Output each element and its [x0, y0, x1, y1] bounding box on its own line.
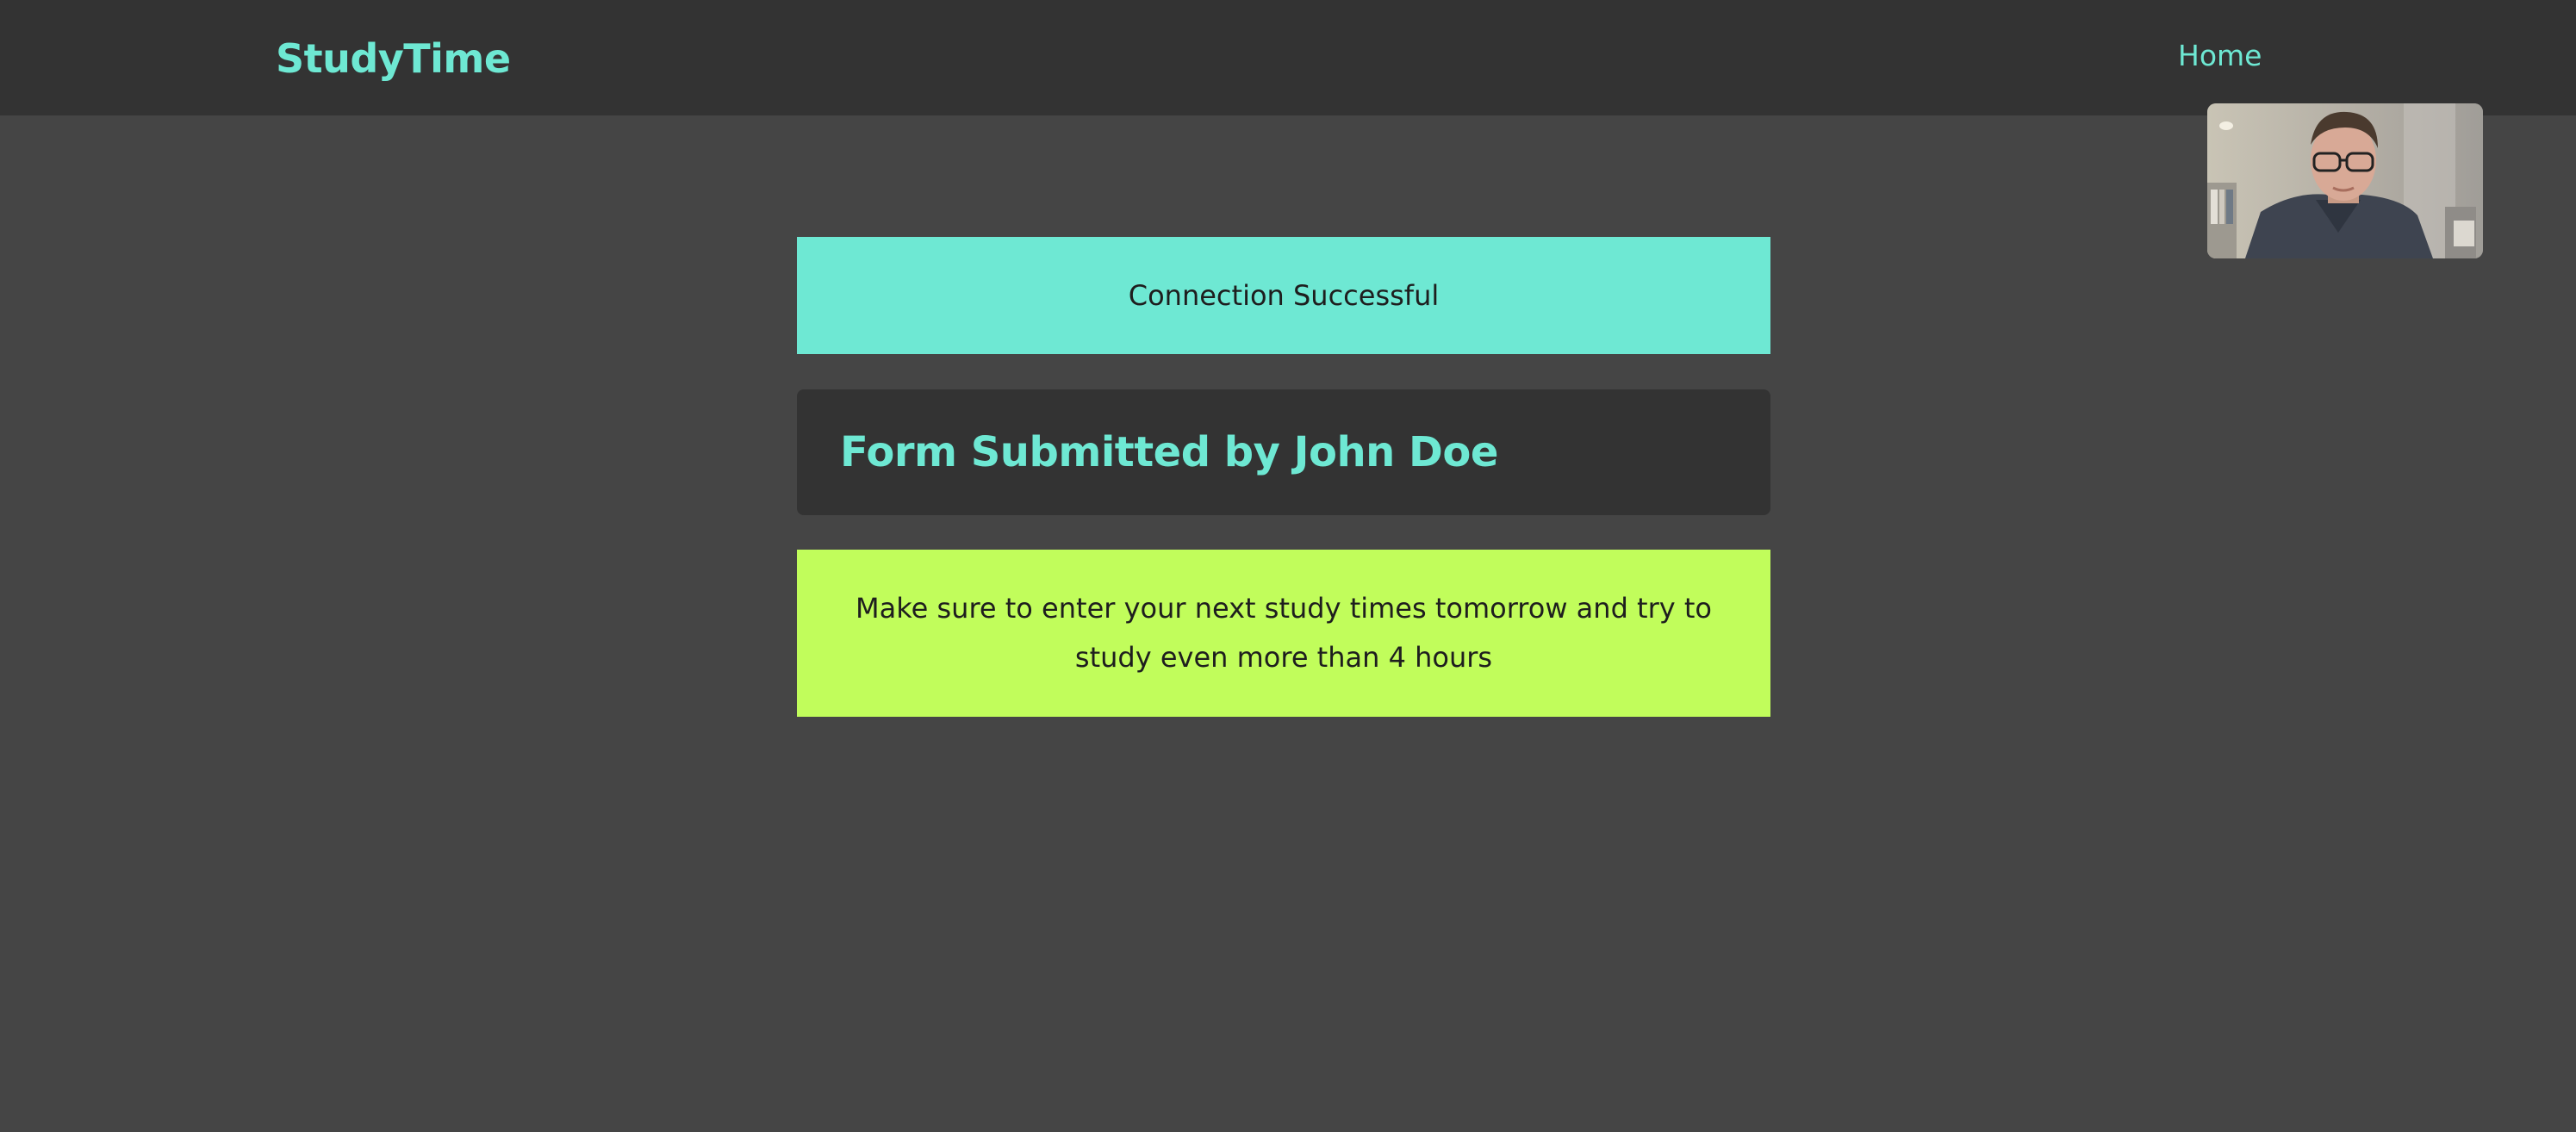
webcam-preview-icon — [2207, 103, 2483, 258]
connection-success-text: Connection Successful — [1128, 279, 1440, 312]
nav-link-home[interactable]: Home — [2178, 33, 2262, 79]
study-reminder-text: Make sure to enter your next study times… — [856, 592, 1712, 674]
study-reminder-alert: Make sure to enter your next study times… — [797, 550, 1770, 717]
connection-success-alert: Connection Successful — [797, 237, 1770, 354]
submission-panel: Form Submitted by John Doe — [797, 389, 1770, 515]
brand-logo[interactable]: StudyTime — [276, 31, 511, 86]
submission-title: Form Submitted by John Doe — [840, 428, 1498, 476]
top-navbar: StudyTime Home — [0, 0, 2576, 115]
webcam-preview[interactable] — [2207, 103, 2483, 258]
